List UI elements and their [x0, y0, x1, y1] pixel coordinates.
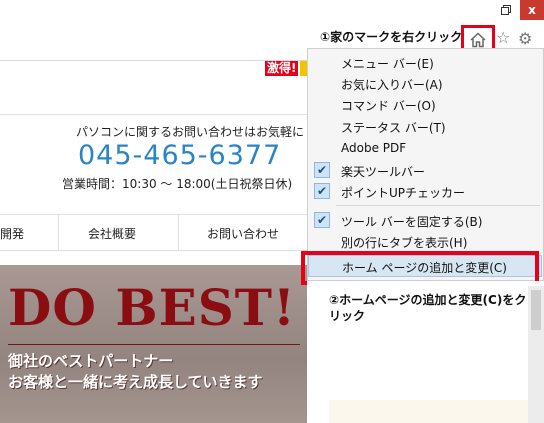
- instruction-step-1: ①家のマークを右クリック: [320, 30, 463, 44]
- title-bar: [0, 0, 544, 20]
- menu-item-label: 別の行にタブを表示(H): [341, 236, 468, 250]
- menu-item-status-bar[interactable]: ステータス バー(T): [308, 116, 542, 138]
- panel-footer: [329, 400, 528, 423]
- menu-item-adobe-pdf[interactable]: Adobe PDF: [308, 138, 542, 160]
- business-hours: 営業時間：10:30 〜 18:00(土日祝祭日休): [62, 177, 293, 191]
- header-divider: [0, 114, 310, 115]
- menu-item-label: メニュー バー(E): [341, 57, 434, 71]
- home-page-item-highlight-box: [301, 251, 539, 285]
- close-button[interactable]: x: [520, 0, 544, 20]
- scrollbar-thumb[interactable]: [531, 290, 541, 330]
- menu-item-menu-bar[interactable]: メニュー バー(E): [308, 52, 542, 74]
- menu-item-command-bar[interactable]: コマンド バー(O): [308, 94, 542, 116]
- menu-separator: [336, 205, 540, 206]
- menu-item-label: コマンド バー(O): [341, 99, 436, 113]
- nav-item-contact[interactable]: お問い合わせ: [207, 225, 279, 242]
- menu-item-label: ツール バーを固定する(B): [341, 215, 483, 229]
- menu-item-label: Adobe PDF: [341, 141, 407, 155]
- star-icon[interactable]: ☆: [496, 29, 510, 47]
- menu-item-label: ステータス バー(T): [341, 121, 446, 135]
- phone-number: 045-465-6377: [78, 140, 282, 171]
- menu-item-label: ポイントUPチェッカー: [341, 186, 466, 200]
- hero-title: DO BEST!: [8, 278, 296, 337]
- restore-button[interactable]: [492, 0, 520, 20]
- contact-text: パソコンに関するお問い合わせはお気軽に: [76, 125, 305, 139]
- menu-item-label: お気に入りバー(A): [341, 78, 443, 92]
- menu-item-tabs-separate-row[interactable]: 別の行にタブを表示(H): [308, 231, 542, 253]
- checkmark-icon: ✔: [314, 162, 330, 178]
- hero-divider: [8, 344, 300, 345]
- nav-item-company[interactable]: 会社概要: [88, 225, 136, 242]
- checkmark-icon: ✔: [314, 183, 330, 199]
- restore-icon: [501, 5, 511, 15]
- hero-subtitle-1: 御社のベストパートナー: [8, 352, 174, 370]
- hero-subtitle-2: お客様と一緒に考え成長していきます: [8, 373, 263, 391]
- nav-divider: [58, 215, 59, 250]
- promo-badge[interactable]: 激得!: [265, 61, 299, 76]
- menu-item-favorites-bar[interactable]: お気に入りバー(A): [308, 73, 542, 95]
- nav-item-development[interactable]: 開発: [0, 225, 24, 242]
- menu-item-point-up-checker[interactable]: ✔ ポイントUPチェッカー: [308, 181, 542, 203]
- gear-icon[interactable]: ⚙: [518, 30, 532, 48]
- menu-item-label: 楽天ツールバー: [341, 165, 426, 179]
- menu-item-rakuten-toolbar[interactable]: ✔ 楽天ツールバー: [308, 160, 542, 182]
- home-icon[interactable]: [469, 31, 487, 49]
- menu-item-lock-toolbars[interactable]: ✔ ツール バーを固定する(B): [308, 210, 542, 232]
- nav-divider: [178, 215, 179, 250]
- checkmark-icon: ✔: [314, 212, 330, 228]
- instruction-step-2: ②ホームページの追加と変更(C)をクリック: [329, 293, 527, 323]
